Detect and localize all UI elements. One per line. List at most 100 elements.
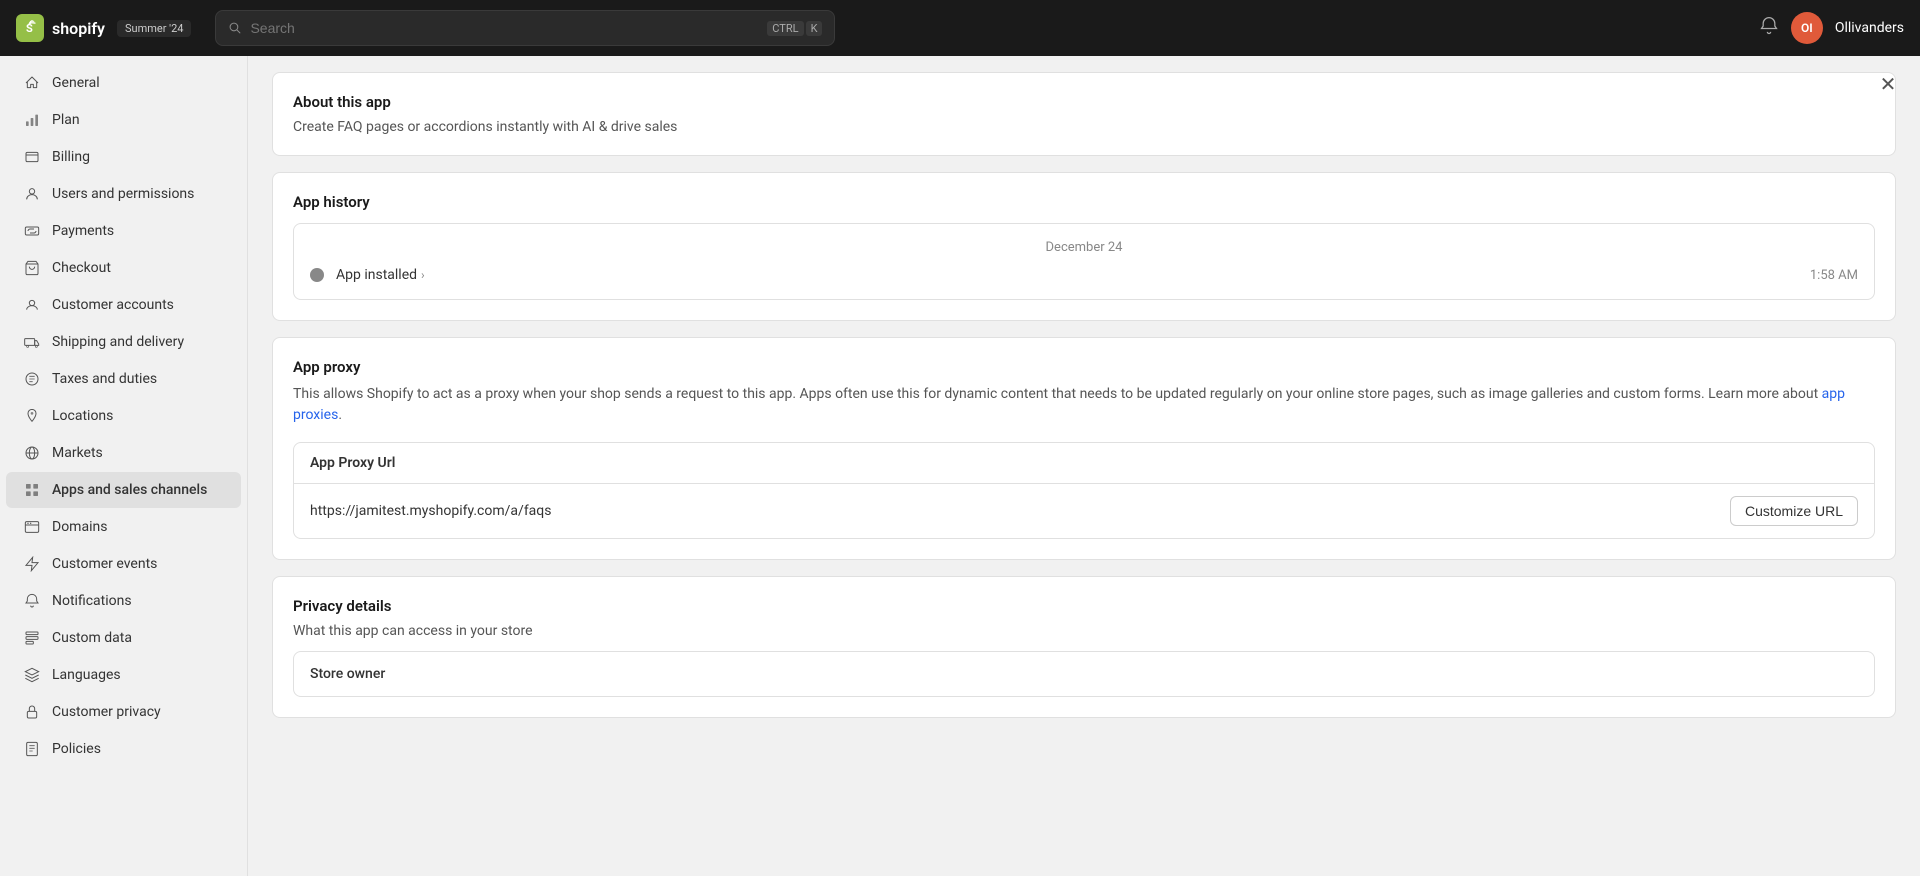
- proxy-url-header: App Proxy Url: [294, 443, 1874, 484]
- proxy-url-card: App Proxy Url https://jamitest.myshopify…: [293, 442, 1875, 539]
- events-icon: [22, 554, 42, 574]
- summer-badge: Summer '24: [117, 20, 191, 37]
- store-name: Ollivanders: [1835, 20, 1904, 36]
- shopify-wordmark: shopify: [52, 19, 105, 38]
- sidebar-item-label: Policies: [52, 741, 101, 757]
- sidebar-item-label: Billing: [52, 149, 90, 165]
- location-icon: [22, 406, 42, 426]
- ctrl-key: CTRL: [767, 21, 803, 36]
- search-icon: [228, 21, 242, 35]
- privacy-details-title: Privacy details: [293, 597, 1875, 615]
- apps-icon: [22, 480, 42, 500]
- close-button[interactable]: ✕: [1872, 68, 1904, 100]
- sidebar-item-billing[interactable]: Billing: [6, 139, 241, 175]
- search-shortcut: CTRL K: [767, 21, 822, 36]
- search-input[interactable]: [250, 20, 759, 36]
- shipping-icon: [22, 332, 42, 352]
- sidebar-item-label: General: [52, 75, 100, 91]
- sidebar-item-languages[interactable]: Languages: [6, 657, 241, 693]
- about-app-description: Create FAQ pages or accordions instantly…: [293, 119, 1875, 135]
- chart-icon: [22, 110, 42, 130]
- sidebar-item-label: Customer events: [52, 556, 157, 572]
- sidebar-item-apps-sales-channels[interactable]: Apps and sales channels: [6, 472, 241, 508]
- sidebar-item-label: Customer accounts: [52, 297, 174, 313]
- sidebar-item-plan[interactable]: Plan: [6, 102, 241, 138]
- app-proxy-title: App proxy: [293, 358, 1875, 376]
- tax-icon: [22, 369, 42, 389]
- sidebar: General Plan Billing Users and permissions P…: [0, 56, 248, 876]
- sidebar-item-checkout[interactable]: Checkout: [6, 250, 241, 286]
- sidebar-item-locations[interactable]: Locations: [6, 398, 241, 434]
- nav-right: OI Ollivanders: [1759, 12, 1904, 44]
- k-key: K: [806, 21, 823, 36]
- avatar[interactable]: OI: [1791, 12, 1823, 44]
- sidebar-item-customer-privacy[interactable]: Customer privacy: [6, 694, 241, 730]
- shopify-logo: S S shopify: [16, 14, 105, 42]
- account-icon: [22, 295, 42, 315]
- sidebar-item-label: Notifications: [52, 593, 132, 609]
- main-content: About this app Create FAQ pages or accor…: [248, 56, 1920, 876]
- bell-icon: [1759, 16, 1779, 36]
- sidebar-item-custom-data[interactable]: Custom data: [6, 620, 241, 656]
- app-proxy-description: This allows Shopify to act as a proxy wh…: [293, 384, 1875, 426]
- data-icon: [22, 628, 42, 648]
- sidebar-item-label: Apps and sales channels: [52, 482, 207, 498]
- main-layout: General Plan Billing Users and permissions P…: [0, 56, 1920, 876]
- sidebar-item-customer-events[interactable]: Customer events: [6, 546, 241, 582]
- sidebar-item-label: Customer privacy: [52, 704, 161, 720]
- sidebar-item-label: Payments: [52, 223, 114, 239]
- sidebar-item-label: Markets: [52, 445, 103, 461]
- about-app-card: About this app Create FAQ pages or accor…: [272, 72, 1896, 156]
- sidebar-item-label: Plan: [52, 112, 80, 128]
- policies-icon: [22, 739, 42, 759]
- top-navigation: S S shopify Summer '24 CTRL K OI Ollivan…: [0, 0, 1920, 56]
- privacy-details-card: Privacy details What this app can access…: [272, 576, 1896, 718]
- sidebar-item-label: Custom data: [52, 630, 132, 646]
- sidebar-item-payments[interactable]: Payments: [6, 213, 241, 249]
- store-owner-label: Store owner: [310, 666, 1858, 682]
- sidebar-item-shipping-delivery[interactable]: Shipping and delivery: [6, 324, 241, 360]
- search-bar[interactable]: CTRL K: [215, 10, 835, 46]
- sidebar-item-general[interactable]: General: [6, 65, 241, 101]
- sidebar-item-markets[interactable]: Markets: [6, 435, 241, 471]
- payments-icon: [22, 221, 42, 241]
- sidebar-item-label: Domains: [52, 519, 107, 535]
- domains-icon: [22, 517, 42, 537]
- sidebar-item-policies[interactable]: Policies: [6, 731, 241, 767]
- sidebar-item-notifications[interactable]: Notifications: [6, 583, 241, 619]
- history-date: December 24: [310, 240, 1858, 255]
- customize-url-button[interactable]: Customize URL: [1730, 496, 1858, 526]
- home-icon: [22, 73, 42, 93]
- content-wrapper: About this app Create FAQ pages or accor…: [248, 56, 1920, 876]
- history-dot-icon: [310, 268, 324, 282]
- user-icon: [22, 184, 42, 204]
- sidebar-item-taxes-duties[interactable]: Taxes and duties: [6, 361, 241, 397]
- history-row: App installed › 1:58 AM: [310, 267, 1858, 283]
- store-owner-card: Store owner: [293, 651, 1875, 697]
- about-app-title: About this app: [293, 93, 1875, 111]
- history-chevron-icon: ›: [421, 268, 425, 282]
- app-proxy-card: App proxy This allows Shopify to act as …: [272, 337, 1896, 560]
- history-inner-card: December 24 App installed › 1:58 AM: [293, 223, 1875, 300]
- app-history-title: App history: [293, 193, 1875, 211]
- markets-icon: [22, 443, 42, 463]
- sidebar-item-label: Users and permissions: [52, 186, 194, 202]
- history-event-label[interactable]: App installed ›: [336, 267, 1798, 283]
- notifications-button[interactable]: [1759, 16, 1779, 41]
- sidebar-item-label: Locations: [52, 408, 113, 424]
- sidebar-item-label: Languages: [52, 667, 121, 683]
- sidebar-item-domains[interactable]: Domains: [6, 509, 241, 545]
- privacy-icon: [22, 702, 42, 722]
- sidebar-item-label: Taxes and duties: [52, 371, 157, 387]
- proxy-url-row: https://jamitest.myshopify.com/a/faqs Cu…: [294, 484, 1874, 538]
- cart-icon: [22, 258, 42, 278]
- app-history-card: App history December 24 App installed › …: [272, 172, 1896, 321]
- notification-icon: [22, 591, 42, 611]
- svg-text:S: S: [26, 22, 33, 35]
- billing-icon: [22, 147, 42, 167]
- sidebar-item-label: Checkout: [52, 260, 111, 276]
- shopify-logo-icon: S: [16, 14, 44, 42]
- sidebar-item-customer-accounts[interactable]: Customer accounts: [6, 287, 241, 323]
- sidebar-item-users-permissions[interactable]: Users and permissions: [6, 176, 241, 212]
- sidebar-item-label: Shipping and delivery: [52, 334, 184, 350]
